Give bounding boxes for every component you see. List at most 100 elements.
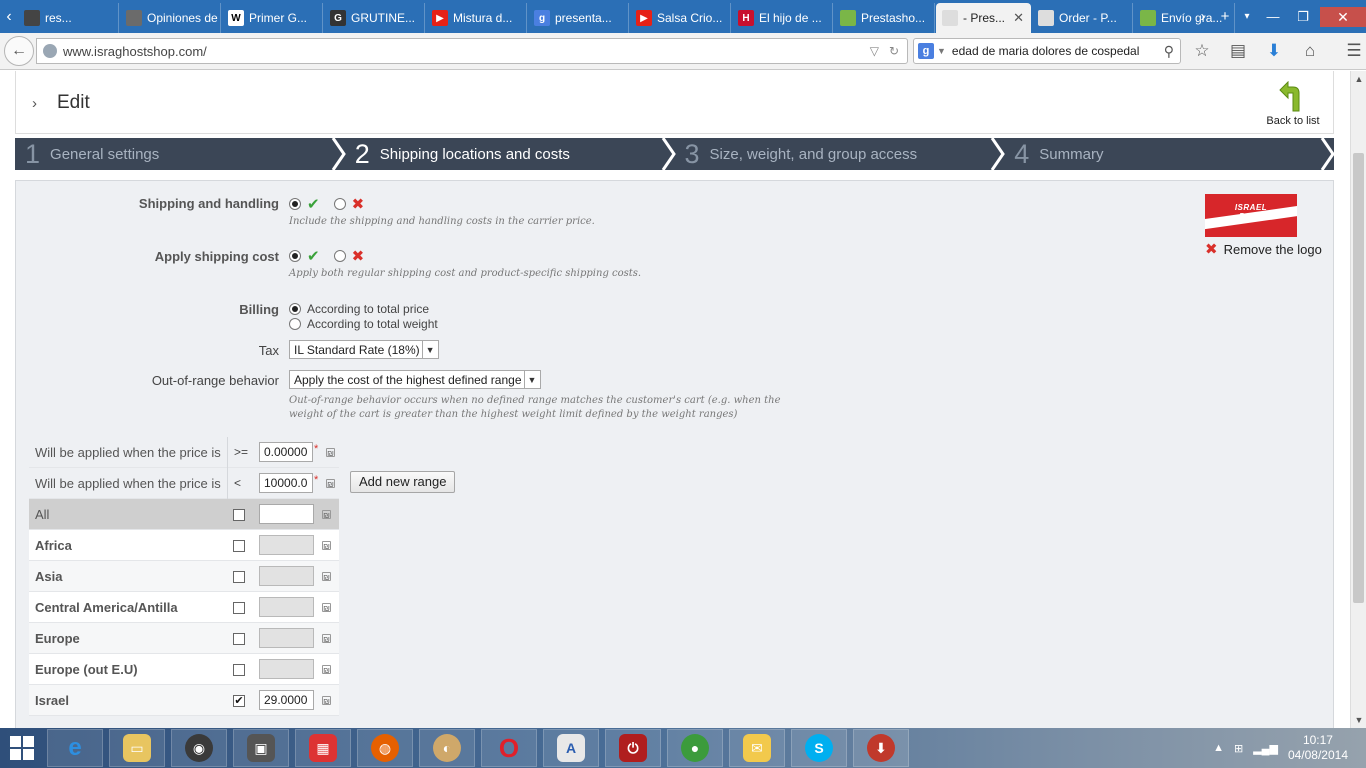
zone-price-input[interactable] [259, 659, 314, 679]
scroll-up-icon[interactable]: ▲ [1351, 74, 1366, 84]
back-button[interactable]: ← [4, 36, 34, 66]
taskbar-power[interactable]: ⏻ [605, 729, 661, 767]
browser-tab[interactable]: H El hijo de ... [732, 3, 833, 33]
bookmarks-list-icon[interactable]: ▤ [1224, 38, 1252, 64]
chrome-icon: ● [681, 734, 709, 762]
url-dropdown-icon[interactable]: ▽ [870, 44, 879, 58]
taskbar-chrome[interactable]: ● [667, 729, 723, 767]
taskbar-mail[interactable]: ✉ [729, 729, 785, 767]
search-engine-caret-icon[interactable]: ▼ [937, 46, 946, 56]
taskbar-explorer[interactable]: ▭ [109, 729, 165, 767]
tab-close-icon[interactable]: ✕ [1013, 10, 1024, 26]
range-lower-input[interactable]: 0.00000 [259, 442, 313, 462]
menu-icon[interactable]: ☰ [1340, 38, 1366, 64]
taskbar-opera[interactable]: O [481, 729, 537, 767]
signal-bars-icon[interactable]: ▂▄▆ [1253, 742, 1278, 755]
minimize-icon[interactable]: — [1258, 7, 1288, 27]
out-of-range-select[interactable]: Apply the cost of the highest defined ra… [289, 370, 541, 389]
taskbar-photos[interactable]: ▦ [295, 729, 351, 767]
browser-tab[interactable]: res... [18, 3, 119, 33]
clock[interactable]: 10:17 04/08/2014 [1288, 733, 1348, 763]
browser-tab[interactable]: G GRUTINE... [324, 3, 425, 33]
add-new-range-button[interactable]: Add new range [350, 471, 456, 493]
zone-checkbox[interactable]: ✔ [233, 695, 245, 707]
home-icon[interactable]: ⌂ [1296, 38, 1324, 64]
edit-header: › Edit Back to list [15, 71, 1334, 134]
billing-weight-radio[interactable] [289, 317, 301, 330]
browser-tab[interactable]: Opiniones de ... [120, 3, 221, 33]
zone-checkbox[interactable] [233, 633, 245, 645]
back-to-list-button[interactable]: Back to list [1263, 81, 1323, 127]
tax-select[interactable]: IL Standard Rate (18%) ▼ [289, 340, 439, 359]
zone-price-input[interactable] [259, 535, 314, 555]
browser-tab[interactable]: - Pres... ✕ [936, 3, 1031, 33]
billing-option-price[interactable]: According to total price [289, 300, 429, 316]
zone-checkbox[interactable] [233, 602, 245, 614]
taskbar-doc[interactable]: ▣ [233, 729, 289, 767]
wizard-step-4[interactable]: 4 Summary [1004, 138, 1335, 170]
taskbar-skype[interactable]: S [791, 729, 847, 767]
bookmark-star-icon[interactable]: ☆ [1188, 38, 1216, 64]
tab-favicon-icon: W [228, 10, 244, 26]
tab-scroll-right-icon[interactable]: › [1192, 8, 1214, 25]
taskbar-paint[interactable]: ◐ [419, 729, 475, 767]
browser-tab[interactable]: W Primer G... [222, 3, 323, 33]
browser-tab-bar: ‹ res... Opiniones de ... W Primer G... G GRU… [0, 0, 1366, 33]
wizard-step-3[interactable]: 3 Size, weight, and group access [675, 138, 1006, 170]
paint-palette-icon: ◐ [433, 734, 461, 762]
browser-tab[interactable]: ▶ Salsa Crio... [630, 3, 731, 33]
scroll-down-icon[interactable]: ▼ [1351, 715, 1366, 725]
zone-price-input[interactable] [259, 628, 314, 648]
zone-checkbox[interactable] [233, 571, 245, 583]
range-upper-input[interactable]: 10000.0 [259, 473, 313, 493]
window-close-icon[interactable]: ✕ [1320, 6, 1366, 27]
zone-name: Central America/Antilla [35, 600, 178, 615]
reload-icon[interactable]: ↻ [889, 44, 899, 58]
new-tab-icon[interactable]: + [1214, 8, 1236, 25]
restore-icon[interactable]: ❐ [1288, 7, 1318, 27]
download-icon[interactable]: ⬇ [1260, 38, 1288, 64]
zone-checkbox[interactable] [233, 664, 245, 676]
tab-scroll-left-icon[interactable]: ‹ [0, 0, 18, 33]
taskbar-downloader[interactable]: ⬇ [853, 729, 909, 767]
tab-label: Salsa Crio... [657, 11, 723, 25]
search-bar[interactable]: g ▼ edad de maria dolores de cospedal ⚲ [913, 38, 1181, 64]
list-tabs-icon[interactable]: ▾ [1236, 11, 1258, 22]
remove-logo-button[interactable]: ✖ Remove the logo [1205, 240, 1322, 258]
zone-checkbox[interactable] [233, 509, 245, 521]
wizard-step-2[interactable]: 2 Shipping locations and costs [345, 138, 676, 170]
photo-app-icon: ▦ [309, 734, 337, 762]
taskbar-speaker[interactable]: ◉ [171, 729, 227, 767]
billing-label: Billing [239, 302, 279, 317]
zone-checkbox[interactable] [233, 540, 245, 552]
url-bar[interactable]: www.israghostshop.com/ ▽ ↻ [36, 38, 908, 64]
shipping-form-panel: Shipping and handling ✔ ✖ Include the shi… [15, 180, 1334, 728]
billing-option-weight[interactable]: According to total weight [289, 315, 438, 331]
tray-expand-icon[interactable]: ▲ [1213, 742, 1224, 754]
zone-price-input[interactable] [259, 597, 314, 617]
browser-tab[interactable]: ▶ Mistura d... [426, 3, 527, 33]
page-scrollbar[interactable]: ▲ ▼ [1350, 71, 1366, 728]
search-icon[interactable]: ⚲ [1164, 43, 1174, 60]
shipping-handling-no-radio[interactable] [333, 198, 346, 210]
billing-price-radio[interactable] [289, 302, 301, 315]
browser-tab[interactable]: g presenta... [528, 3, 629, 33]
browser-tab[interactable]: Prestasho... [834, 3, 935, 33]
apply-shipping-cost-yes-radio[interactable] [289, 250, 301, 262]
taskbar-firefox[interactable]: ◍ [357, 729, 413, 767]
zone-price-input[interactable]: 29.0000 [259, 690, 314, 710]
shipping-handling-yes-radio[interactable] [289, 198, 301, 210]
taskbar-writer[interactable]: A [543, 729, 599, 767]
taskbar-ie[interactable]: e [47, 729, 103, 767]
billing-row: Billing According to total price Accordi… [16, 298, 816, 332]
wizard-step-1[interactable]: 1 General settings [15, 138, 346, 170]
zone-price-input[interactable] [259, 566, 314, 586]
zone-price-input[interactable] [259, 504, 314, 524]
scrollbar-thumb[interactable] [1353, 153, 1364, 603]
back-to-list-label: Back to list [1266, 115, 1320, 127]
network-status-icon[interactable]: ⊞ [1234, 742, 1243, 755]
browser-tab[interactable]: Order - P... [1032, 3, 1133, 33]
apply-shipping-cost-no-radio[interactable] [333, 250, 346, 262]
search-engine-icon[interactable]: g [918, 43, 934, 59]
start-button[interactable] [0, 728, 44, 768]
